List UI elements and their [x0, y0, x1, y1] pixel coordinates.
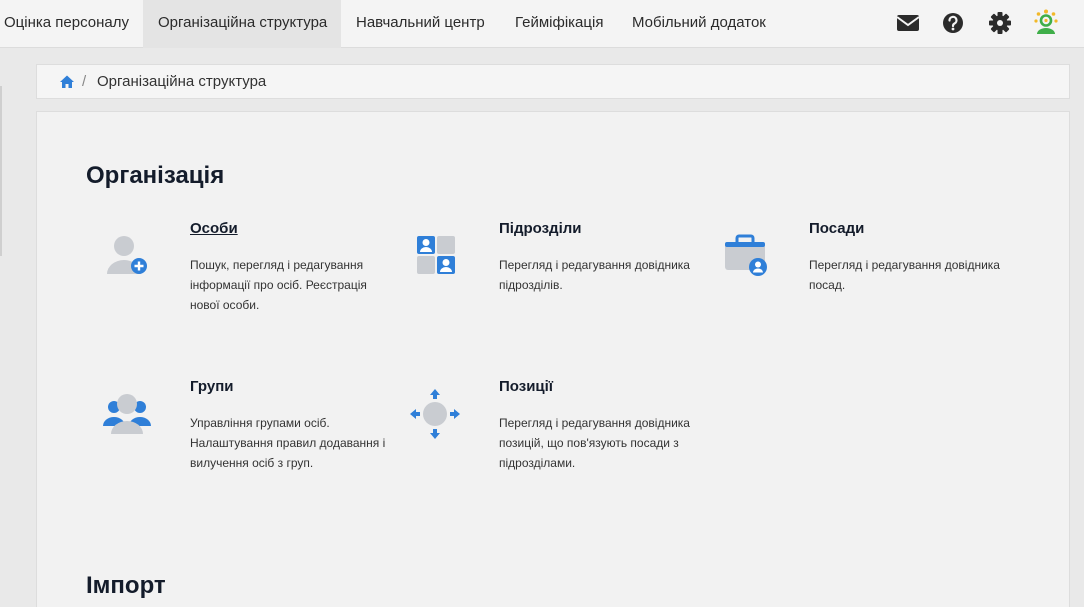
main-panel: Організація Особи Пошук, перегляд і реда… [36, 111, 1070, 607]
persons-link[interactable]: Особи [190, 220, 238, 237]
envelope-icon[interactable] [895, 10, 921, 36]
tab-learning-center[interactable]: Навчальний центр [341, 0, 499, 48]
home-icon[interactable] [59, 74, 75, 90]
left-sidebar-edge [0, 86, 2, 256]
section-title-import: Імпорт [86, 572, 166, 599]
departments-icon [417, 236, 455, 274]
groups-description: Управління групами осіб. Налаштування пр… [190, 416, 386, 470]
breadcrumb-current: Організаційна структура [97, 73, 267, 90]
tab-org-structure[interactable]: Організаційна структура [143, 0, 341, 48]
breadcrumb-separator: / [82, 73, 87, 90]
tab-staff-assessment[interactable]: Оцінка персоналу [0, 0, 142, 48]
groups-title[interactable]: Групи [190, 378, 234, 395]
breadcrumb: / Організаційна структура [36, 64, 1070, 99]
departments-description: Перегляд і редагування довідника підрозд… [499, 258, 690, 292]
user-avatar-logo[interactable] [1031, 8, 1061, 38]
persons-description: Пошук, перегляд і редагування інформації… [190, 258, 367, 312]
top-nav: Оцінка персоналу Організаційна структура… [0, 0, 1084, 48]
section-title-organization: Організація [86, 162, 225, 189]
person-add-icon [107, 236, 147, 274]
positions-link-description: Перегляд і редагування довідника позицій… [499, 416, 690, 470]
question-circle-icon[interactable] [940, 10, 966, 36]
positions-description: Перегляд і редагування довідника посад. [809, 258, 1000, 292]
tab-gamification[interactable]: Гейміфікація [500, 0, 616, 48]
gear-icon[interactable] [987, 10, 1013, 36]
briefcase-person-icon [725, 234, 767, 276]
positions-title[interactable]: Посади [809, 220, 864, 237]
tab-mobile-app[interactable]: Мобільний додаток [617, 0, 787, 48]
group-icon [103, 394, 151, 434]
positions-link-title[interactable]: Позиції [499, 378, 553, 395]
position-arrows-icon [410, 389, 460, 439]
departments-title[interactable]: Підрозділи [499, 220, 582, 237]
